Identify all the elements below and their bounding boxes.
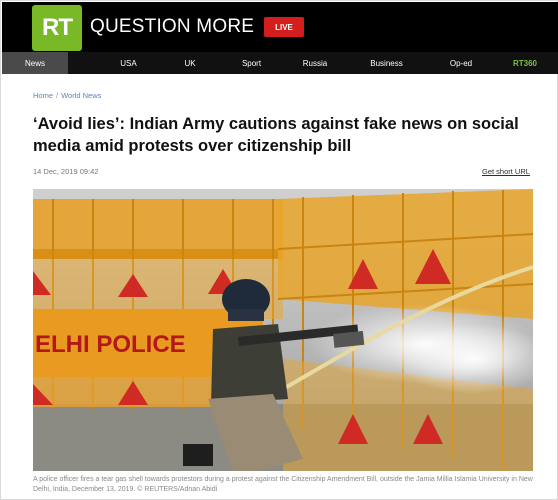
photo-illustration: ELHI POLICE: [33, 189, 533, 471]
article-photo: ELHI POLICE: [33, 189, 533, 471]
article-title: ‘Avoid lies’: Indian Army cautions again…: [33, 115, 519, 155]
breadcrumb-home[interactable]: Home: [33, 91, 53, 100]
nav-item-business[interactable]: Business: [347, 52, 426, 74]
nav-item-uk[interactable]: UK: [160, 52, 220, 74]
header-bar: RT QUESTION MORE LIVE: [2, 2, 558, 52]
live-button[interactable]: LIVE: [264, 17, 304, 37]
nav-item-usa[interactable]: USA: [97, 52, 160, 74]
breadcrumb-section[interactable]: World News: [61, 91, 101, 100]
nav-item-news[interactable]: News: [2, 52, 68, 74]
nav-item-russia[interactable]: Russia: [283, 52, 347, 74]
page-frame: RT QUESTION MORE LIVE News USA UK Sport …: [0, 0, 558, 500]
nav-item-sport[interactable]: Sport: [220, 52, 283, 74]
article-date: 14 Dec, 2019 09:42: [33, 167, 99, 176]
photo-caption: A police officer fires a tear gas shell …: [33, 476, 533, 493]
nav-item-rt360[interactable]: RT360: [496, 52, 554, 74]
breadcrumb: Home / World News: [33, 91, 101, 100]
main-nav: News USA UK Sport Russia Business Op-ed …: [2, 52, 558, 74]
photo-sign-text: ELHI POLICE: [35, 331, 186, 358]
nav-item-oped[interactable]: Op-ed: [426, 52, 496, 74]
breadcrumb-separator: /: [56, 91, 59, 100]
rt-logo[interactable]: RT: [32, 5, 82, 51]
site-tagline: QUESTION MORE: [90, 16, 255, 37]
get-short-url-link[interactable]: Get short URL: [482, 167, 530, 176]
